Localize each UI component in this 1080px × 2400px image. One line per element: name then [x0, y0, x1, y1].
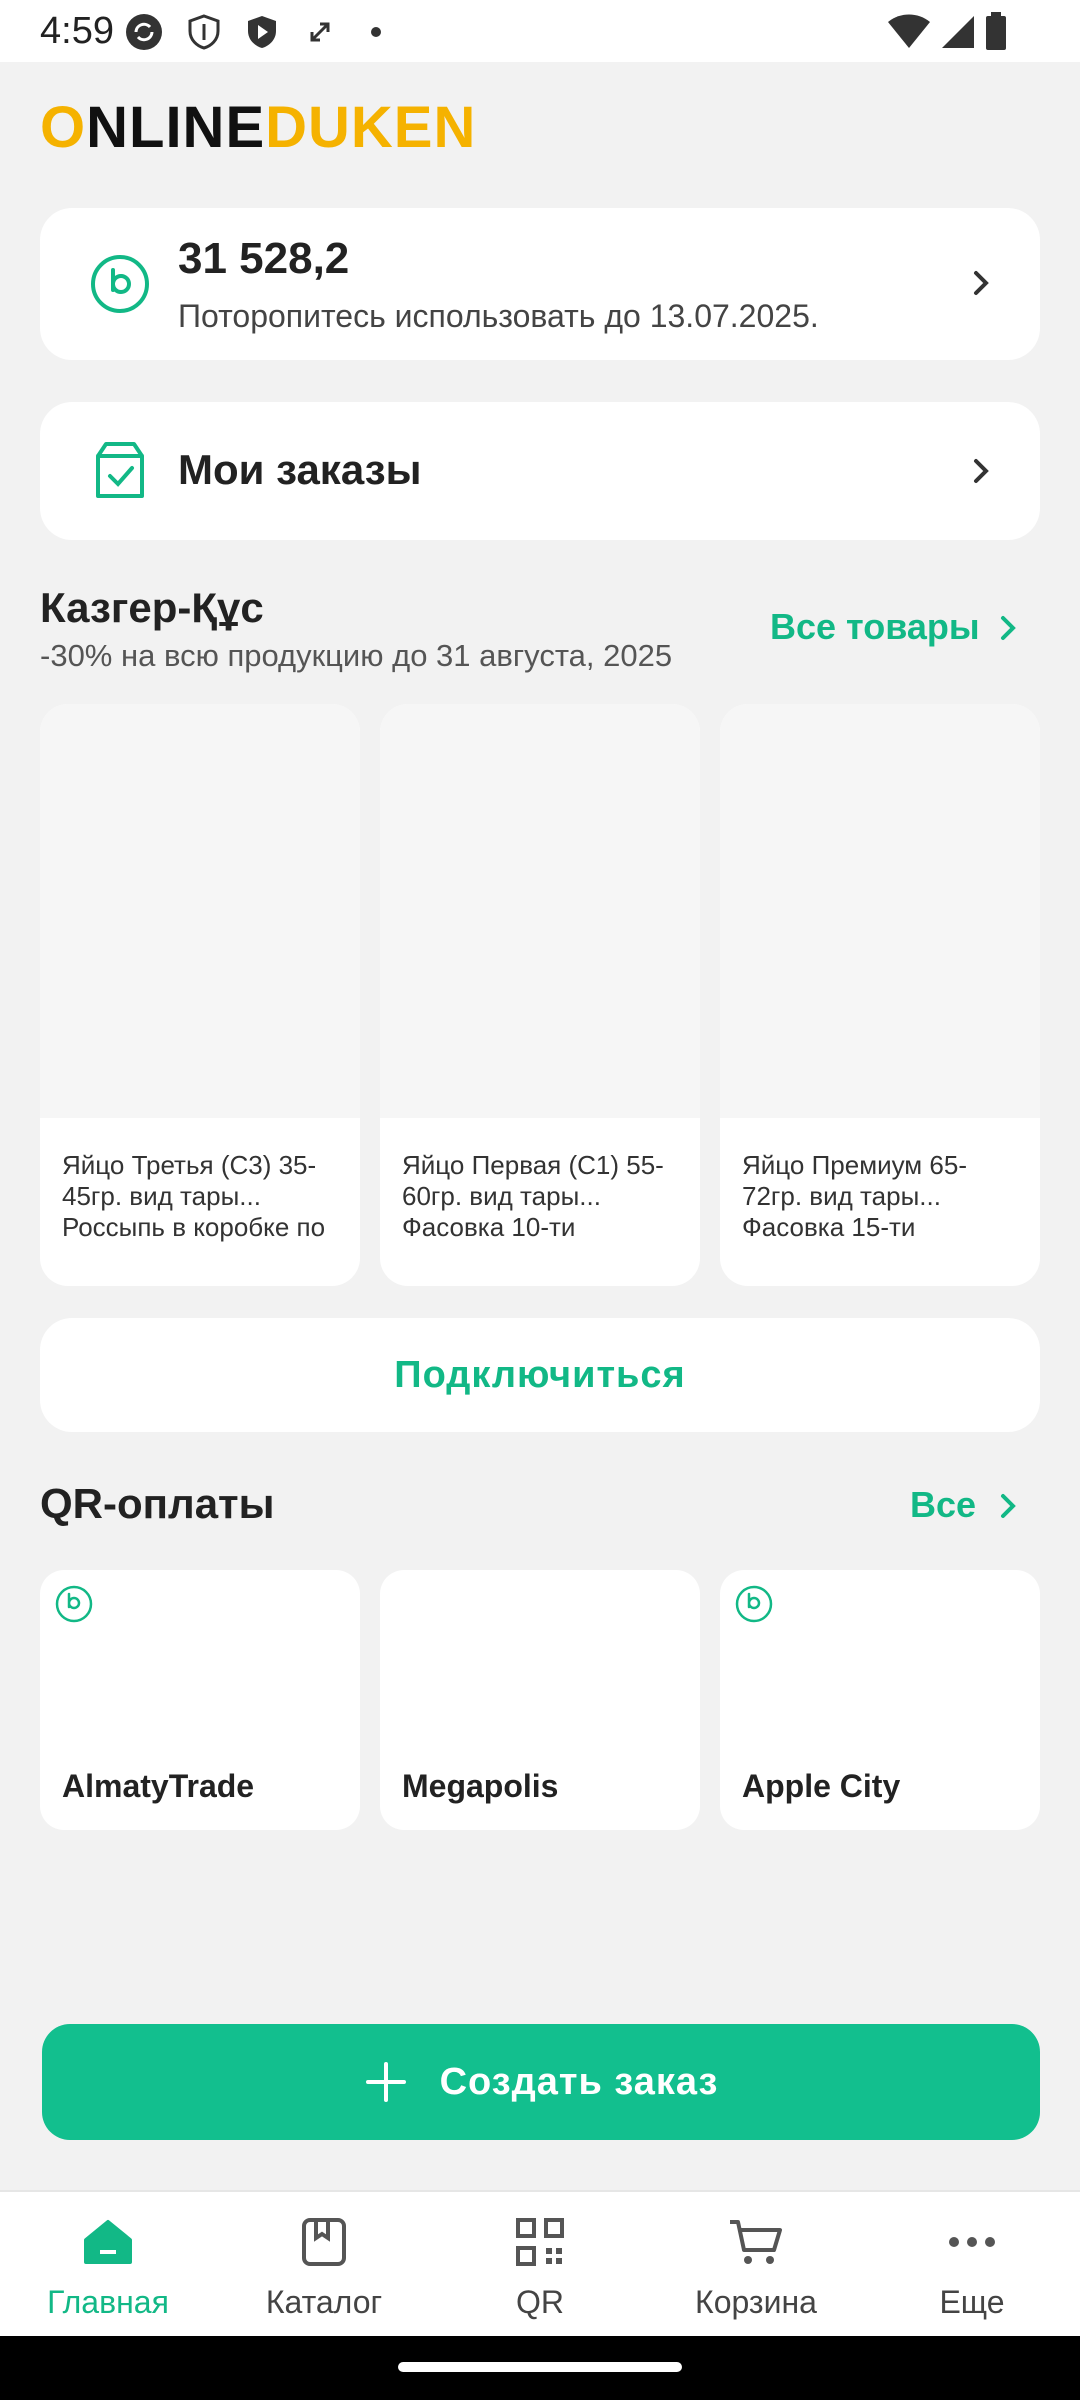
nav-label: Корзина [695, 2284, 817, 2320]
merchant-name: AlmatyTrade [62, 1768, 255, 1804]
qr-merchant-card[interactable]: Megapolis [380, 1570, 700, 1830]
product-name: Яйцо Первая (С1) 55-60гр. вид тары... Фа… [402, 1150, 664, 1242]
bonus-amount: 31 528,2 [178, 234, 350, 283]
chevron-right-icon[interactable] [994, 1492, 1022, 1520]
nav-label: QR [516, 2284, 564, 2320]
bonus-coin-icon [91, 255, 149, 313]
product-card[interactable]: Яйцо Третья (С3) 35-45гр. вид тары... Ро… [40, 704, 360, 1286]
merchant-name: Apple City [742, 1768, 901, 1804]
product-image [380, 704, 700, 1118]
bonus-coin-icon [735, 1585, 773, 1623]
plus-icon [365, 2062, 406, 2102]
connect-button[interactable]: Подключиться [40, 1318, 1040, 1432]
product-card[interactable]: Яйцо Первая (С1) 55-60гр. вид тары... Фа… [380, 704, 700, 1286]
sync-icon [126, 14, 162, 50]
product-image [720, 704, 1040, 1118]
qr-payments-title: QR-оплаты [40, 1480, 275, 1527]
create-order-label: Создать заказ [439, 2060, 719, 2103]
signal-icon [942, 16, 974, 48]
promo-subtitle: -30% на всю продукцию до 31 августа, 202… [40, 638, 673, 673]
wifi-icon [888, 14, 930, 48]
chevron-right-icon [974, 459, 989, 483]
bonus-balance-card[interactable]: 31 528,2 Поторопитесь использовать до 13… [40, 208, 1040, 360]
bonus-coin-icon [55, 1585, 93, 1623]
gesture-bar [0, 2336, 1080, 2400]
catalog-icon [302, 2218, 346, 2266]
nav-qr[interactable]: QR [432, 2192, 648, 2338]
product-name: Яйцо Премиум 65-72гр. вид тары... Фасовк… [742, 1150, 967, 1242]
all-products-link[interactable]: Все товары [770, 606, 980, 648]
merchant-name: Megapolis [402, 1768, 559, 1804]
qr-merchant-card[interactable]: Apple City [720, 1570, 1040, 1830]
status-bar: 4:59 [0, 0, 1080, 62]
cart-icon [730, 2220, 782, 2264]
nav-label: Еще [939, 2284, 1005, 2320]
app-logo: ONLINEDUKEN [40, 95, 477, 160]
product-name: Яйцо Третья (С3) 35-45гр. вид тары... Ро… [62, 1150, 326, 1242]
status-time: 4:59 [40, 10, 114, 52]
promo-title: Казгер-Құс [40, 584, 264, 631]
expand-icon [310, 22, 330, 42]
chevron-right-icon[interactable] [994, 614, 1022, 642]
nav-catalog[interactable]: Каталог [216, 2192, 432, 2338]
nav-cart[interactable]: Корзина [648, 2192, 864, 2338]
dot-icon [371, 27, 381, 37]
battery-icon [986, 12, 1006, 50]
my-orders-card[interactable]: Мои заказы [40, 402, 1040, 540]
nav-label: Главная [47, 2284, 169, 2320]
nav-more[interactable]: Еще [864, 2192, 1080, 2338]
product-image [40, 704, 360, 1118]
my-orders-label: Мои заказы [178, 446, 422, 493]
product-card[interactable]: Яйцо Премиум 65-72гр. вид тары... Фасовк… [720, 704, 1040, 1286]
nav-label: Каталог [265, 2284, 383, 2320]
qr-icon [516, 2218, 564, 2266]
shield-outline-icon [188, 14, 220, 50]
qr-merchant-card[interactable]: AlmatyTrade [40, 1570, 360, 1830]
create-order-button[interactable]: Создать заказ [42, 2024, 1040, 2140]
bonus-expiry-text: Поторопитесь использовать до 13.07.2025. [178, 298, 819, 334]
home-icon [84, 2220, 132, 2264]
more-icon [949, 2237, 995, 2247]
home-indicator[interactable] [398, 2362, 682, 2372]
shopping-bag-check-icon [96, 442, 144, 498]
nav-home[interactable]: Главная [0, 2192, 216, 2338]
chevron-right-icon [974, 271, 989, 295]
shield-play-icon [248, 16, 276, 48]
bottom-navigation: Главная Каталог QR Корзина Еще [0, 2190, 1080, 2338]
qr-all-link[interactable]: Все [910, 1484, 976, 1526]
